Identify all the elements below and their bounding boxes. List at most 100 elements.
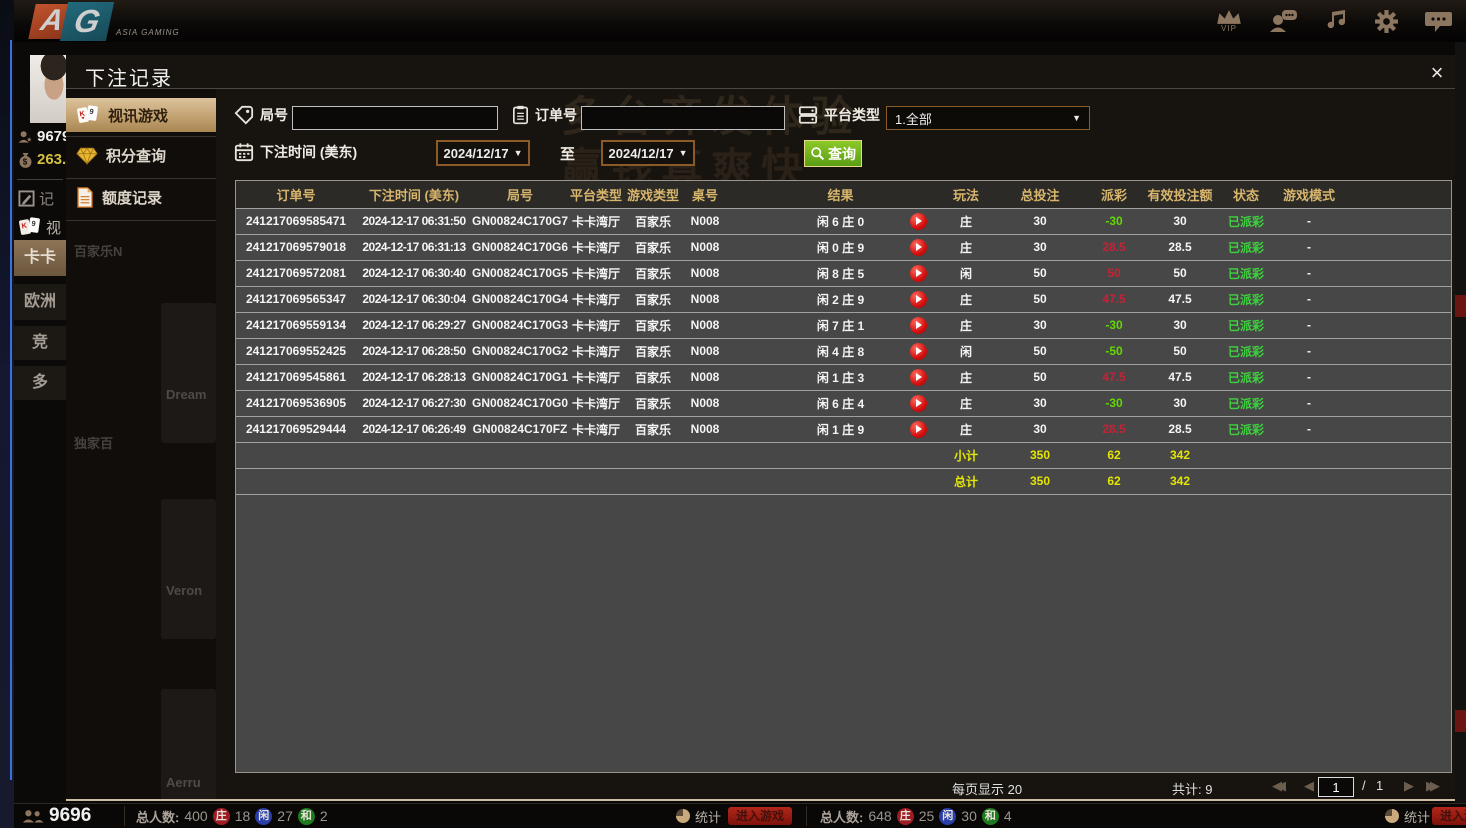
cell-round: GN00824C170G5	[472, 260, 568, 287]
cell-play: 庄	[938, 234, 994, 261]
cell-video	[898, 338, 938, 365]
vip-crown-icon[interactable]: VIP	[1216, 9, 1242, 33]
video-replay-icon[interactable]	[909, 368, 927, 386]
header-valid-bet: 有效投注额	[1142, 181, 1218, 209]
tab-separator	[66, 220, 216, 221]
cell-order: 241217069565347	[236, 286, 356, 313]
prev-page-icon[interactable]: ◀	[1304, 778, 1314, 794]
cell-payout: -30	[1086, 208, 1142, 235]
background-thumbnail	[161, 499, 216, 639]
cell-payout: -30	[1086, 390, 1142, 417]
platform-type-label: 平台类型	[798, 105, 880, 125]
close-icon[interactable]: ×	[1424, 61, 1450, 87]
cell-total-bet: 30	[994, 390, 1086, 417]
customer-service-icon[interactable]	[1268, 9, 1298, 33]
edit-record-row[interactable]: 记	[18, 188, 54, 209]
table-row[interactable]: 241217069572081 2024-12-17 06:30:40 GN00…	[236, 260, 1451, 287]
cell-round: GN00824C170G4	[472, 286, 568, 313]
page-slash: /	[1362, 778, 1366, 793]
cell-order: 241217069559134	[236, 312, 356, 339]
sidebar-item-kaka-hall[interactable]: 卡卡	[14, 240, 66, 276]
total-total-bet: 350	[994, 468, 1086, 495]
header-filler	[1344, 181, 1451, 209]
date-to-dropdown[interactable]: 2024/12/17 ▼	[601, 140, 695, 166]
subtotal-label: 小计	[938, 442, 994, 469]
table-row[interactable]: 241217069529444 2024-12-17 06:26:49 GN00…	[236, 416, 1451, 443]
table-row[interactable]: 241217069559134 2024-12-17 06:29:27 GN00…	[236, 312, 1451, 339]
video-replay-icon[interactable]	[909, 420, 927, 438]
cell-platform: 卡卡湾厅	[568, 208, 624, 235]
video-replay-icon[interactable]	[909, 264, 927, 282]
first-page-icon[interactable]: ◀◀	[1272, 778, 1286, 794]
cell-filler	[1344, 338, 1451, 365]
banker-badge: 庄	[896, 807, 914, 825]
last-page-icon[interactable]: ▶▶	[1426, 778, 1440, 794]
table-row[interactable]: 241217069565347 2024-12-17 06:30:04 GN00…	[236, 286, 1451, 313]
summary-body: 小计 350 62 342 总计 350 62 342	[236, 442, 1451, 495]
table-row[interactable]: 241217069545861 2024-12-17 06:28:13 GN00…	[236, 364, 1451, 391]
date-from-dropdown[interactable]: 2024/12/17 ▼	[436, 140, 530, 166]
sidebar-item-europe-hall[interactable]: 欧洲	[14, 284, 66, 320]
video-replay-icon[interactable]	[909, 238, 927, 256]
cell-order: 241217069572081	[236, 260, 356, 287]
cell-status: 已派彩	[1218, 286, 1274, 313]
stats-button-right[interactable]: 统计	[1385, 804, 1430, 828]
cell-time: 2024-12-17 06:26:49	[356, 416, 472, 443]
topbar-icon-group: VIP	[1216, 0, 1452, 42]
video-replay-icon[interactable]	[909, 342, 927, 360]
viewer-count: 9696	[22, 804, 91, 828]
table-row[interactable]: 241217069552425 2024-12-17 06:28:50 GN00…	[236, 338, 1451, 365]
cell-status: 已派彩	[1218, 416, 1274, 443]
video-games-row[interactable]: K9 视	[18, 216, 61, 238]
enter-game-button[interactable]: 进入游戏	[1432, 807, 1466, 825]
tab-video-games[interactable]: K9 视讯游戏	[66, 98, 216, 132]
sidebar-item-multi-table[interactable]: 多	[14, 366, 66, 400]
platform-select[interactable]: 1.全部 ▼	[886, 106, 1090, 130]
tab-points-query[interactable]: 积分查询	[66, 138, 216, 172]
music-icon[interactable]	[1324, 9, 1348, 33]
cell-valid-bet: 50	[1142, 260, 1218, 287]
page-number-input[interactable]	[1318, 777, 1354, 797]
background-right-sliver	[1455, 42, 1466, 803]
sidebar-item-jing-hall[interactable]: 竞	[14, 326, 66, 360]
total-players-value: 648	[868, 808, 892, 824]
header-status: 状态	[1218, 181, 1274, 209]
chat-bubble-icon[interactable]	[1425, 9, 1452, 33]
cell-valid-bet: 28.5	[1142, 234, 1218, 261]
ag-logo[interactable]: A G ASIA GAMING	[28, 2, 212, 42]
banker-count: 25	[918, 808, 935, 824]
order-id-input[interactable]	[581, 106, 785, 130]
playing-cards-icon: K9	[77, 105, 98, 123]
video-replay-icon[interactable]	[909, 290, 927, 308]
table-row[interactable]: 241217069536905 2024-12-17 06:27:30 GN00…	[236, 390, 1451, 417]
search-button[interactable]: 查询	[804, 140, 862, 167]
cell-total-bet: 50	[994, 286, 1086, 313]
play-triangle	[916, 217, 922, 225]
gem-icon	[76, 146, 98, 165]
cell-result: 闲 4 庄 8	[728, 338, 898, 365]
cell-total-bet: 50	[994, 364, 1086, 391]
video-replay-icon[interactable]	[909, 394, 927, 412]
video-replay-icon[interactable]	[909, 316, 927, 334]
pagination-bar: 每页显示 20 共计: 9 ◀◀ ◀ / 1 ▶ ▶▶	[66, 777, 1455, 799]
user-avatar[interactable]	[30, 55, 66, 123]
cell-play: 庄	[938, 364, 994, 391]
cell-order: 241217069579018	[236, 234, 356, 261]
cell-game-mode: -	[1274, 286, 1344, 313]
cell-game-mode: -	[1274, 260, 1344, 287]
cell-round: GN00824C170G3	[472, 312, 568, 339]
cell-game-type: 百家乐	[624, 286, 682, 313]
header-video	[898, 181, 938, 209]
enter-game-right-wrap: 进入游戏	[1432, 804, 1466, 828]
enter-game-button[interactable]: 进入游戏	[728, 807, 793, 825]
round-id-input[interactable]	[292, 106, 498, 130]
stats-button-left[interactable]: 统计	[676, 804, 721, 828]
total-pages-label: 1	[1376, 778, 1384, 793]
table-row[interactable]: 241217069579018 2024-12-17 06:31:13 GN00…	[236, 234, 1451, 261]
video-replay-icon[interactable]	[909, 212, 927, 230]
tab-credit-records[interactable]: 额度记录	[66, 180, 216, 214]
table-row[interactable]: 241217069585471 2024-12-17 06:31:50 GN00…	[236, 208, 1451, 235]
settings-gear-icon[interactable]	[1374, 9, 1399, 34]
cell-valid-bet: 30	[1142, 208, 1218, 235]
next-page-icon[interactable]: ▶	[1404, 778, 1414, 794]
